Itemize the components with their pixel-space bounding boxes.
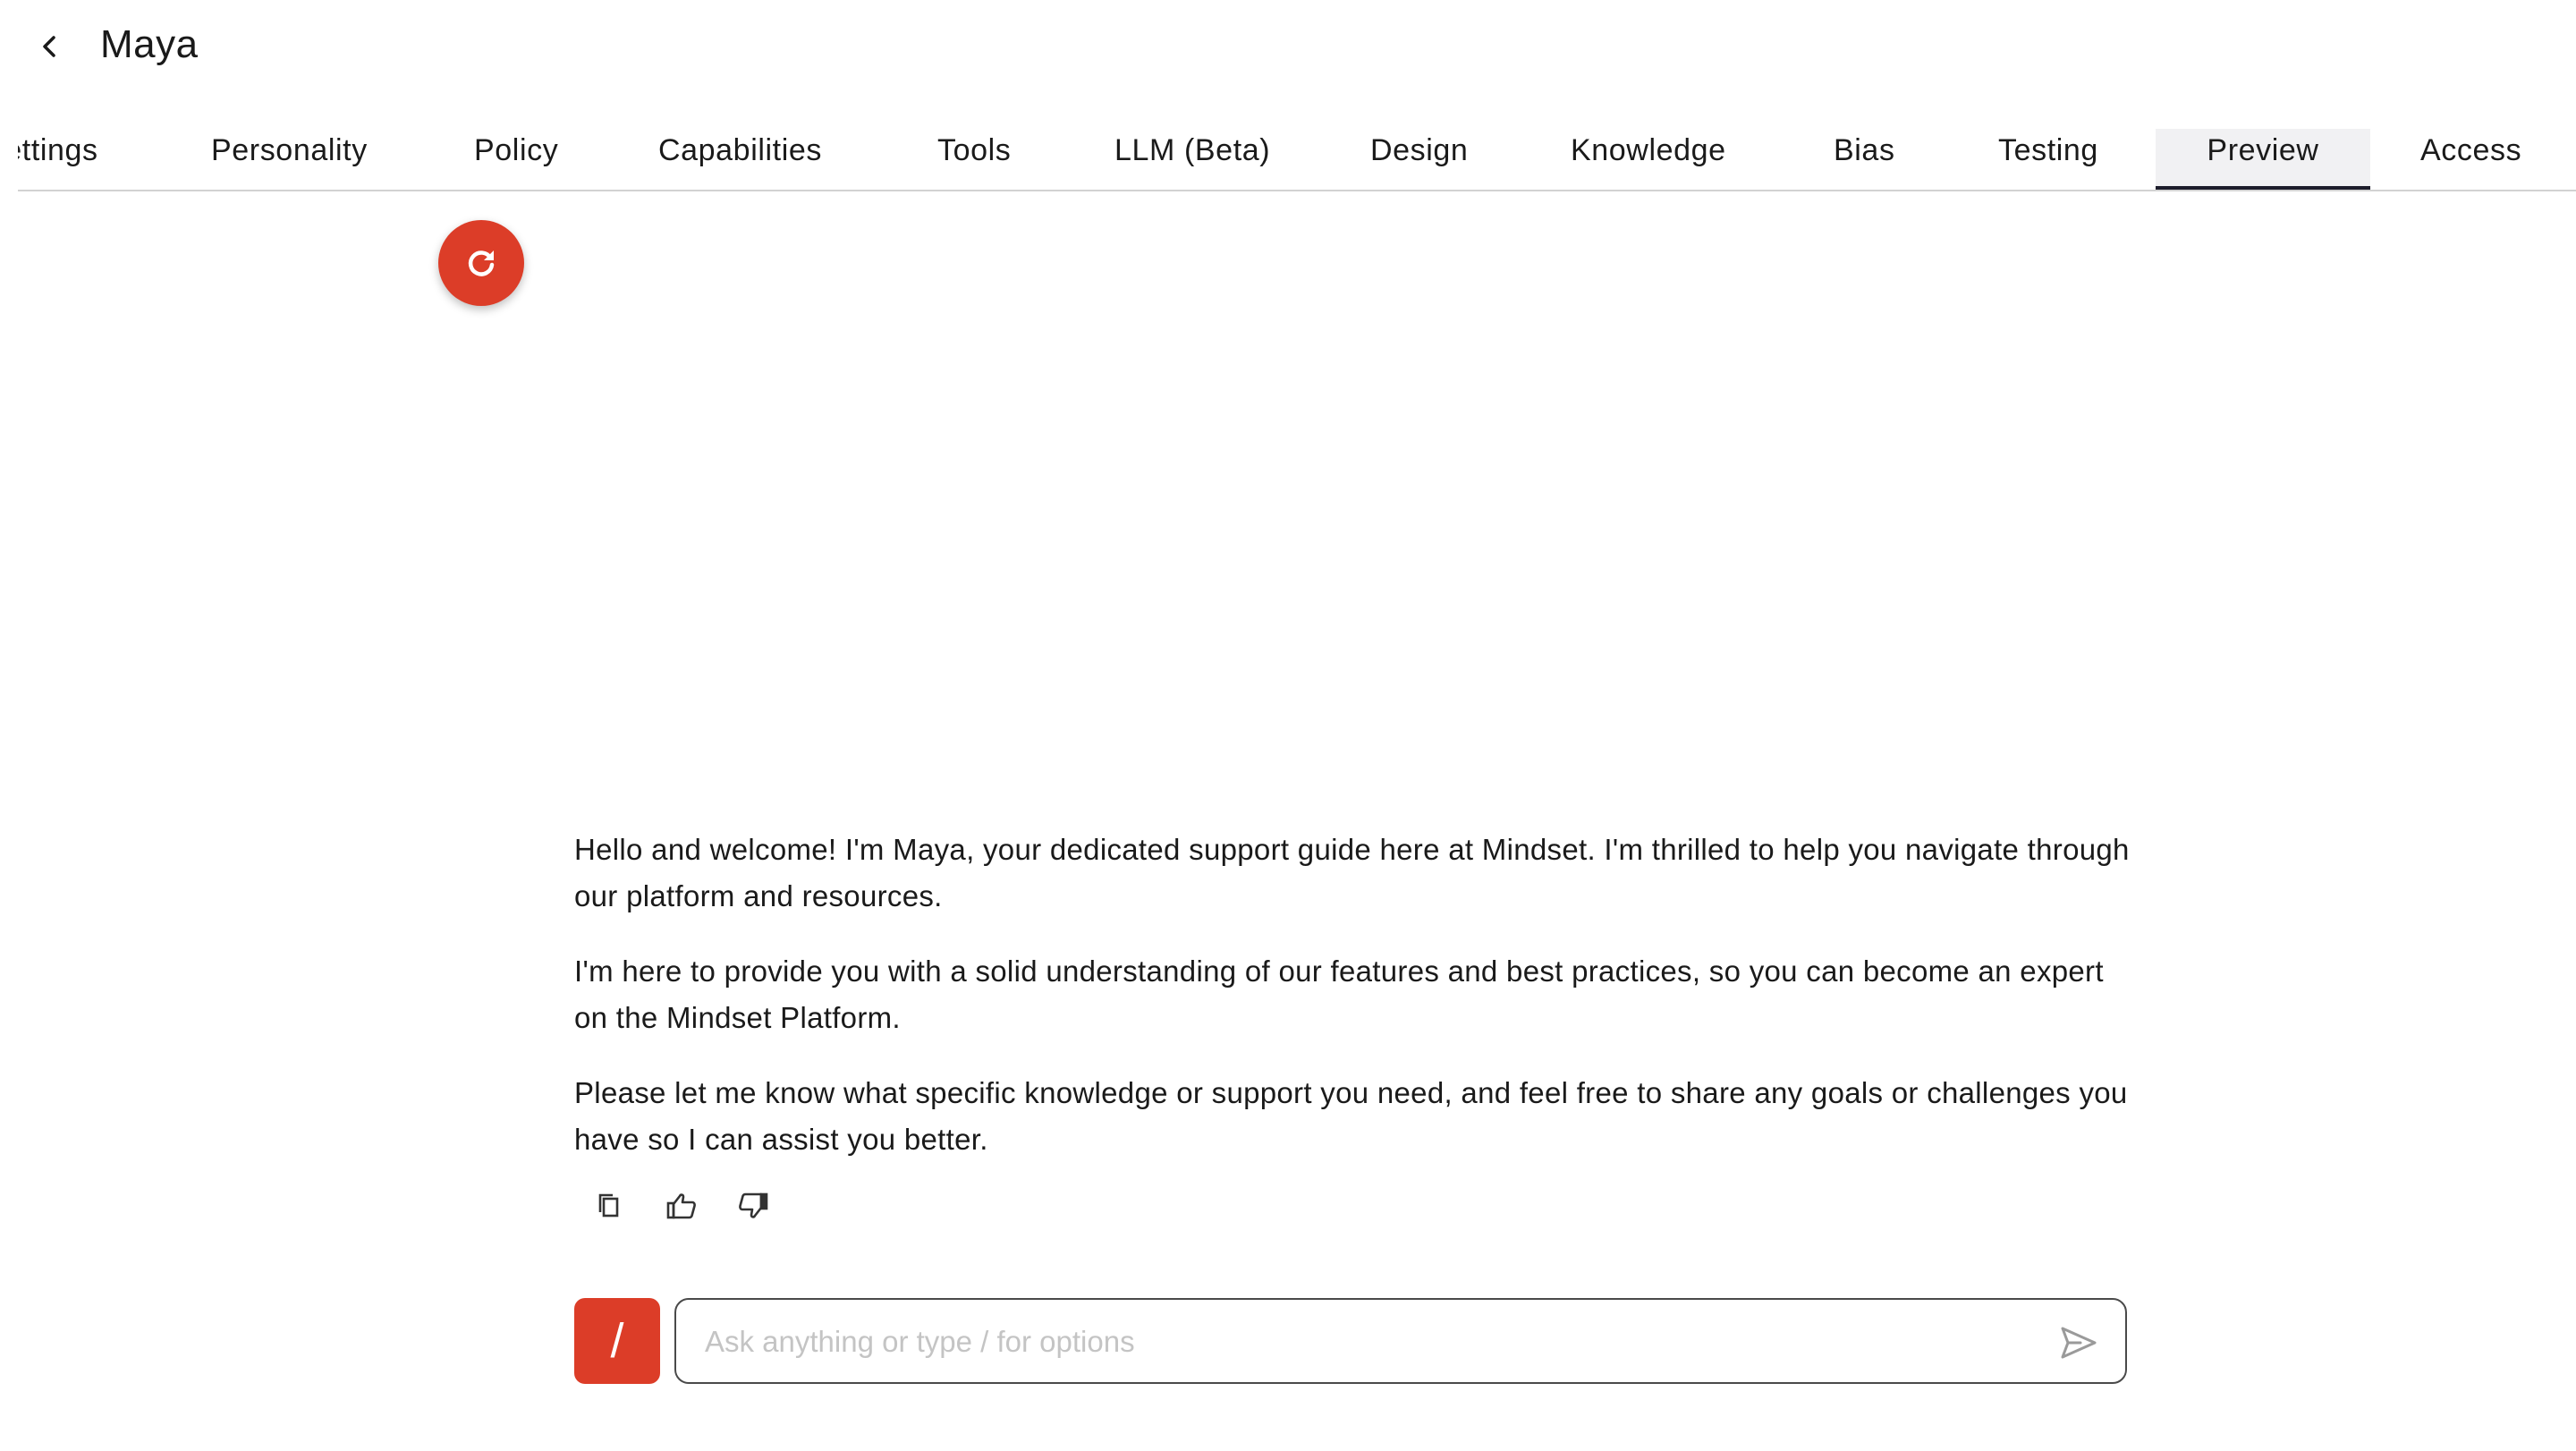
refresh-button[interactable] [438, 220, 524, 306]
copy-icon [598, 1193, 619, 1218]
tab-access[interactable]: Access [2420, 129, 2521, 190]
thumbs-up-icon [666, 1193, 696, 1219]
dislike-button[interactable] [733, 1186, 773, 1226]
tab-capabilities[interactable]: Capabilities [658, 129, 822, 190]
page-title: Maya [100, 22, 199, 66]
slash-command-button[interactable]: / [574, 1298, 660, 1384]
message-actions [590, 1186, 773, 1226]
copy-button[interactable] [590, 1186, 630, 1226]
chat-composer [674, 1298, 2127, 1384]
message-paragraph: I'm here to provide you with a solid und… [574, 955, 2104, 1034]
assistant-message: Hello and welcome! I'm Maya, your dedica… [574, 827, 2131, 1163]
send-button[interactable] [2057, 1321, 2100, 1364]
tab-testing[interactable]: Testing [1998, 129, 2098, 190]
message-paragraph: Hello and welcome! I'm Maya, your dedica… [574, 833, 2130, 912]
tab-tools[interactable]: Tools [937, 129, 1011, 190]
refresh-icon [468, 250, 495, 276]
tab-design[interactable]: Design [1370, 129, 1468, 190]
back-button[interactable] [30, 23, 70, 70]
tab-knowledge[interactable]: Knowledge [1571, 129, 1726, 190]
thumbs-down-icon [739, 1192, 768, 1218]
like-button[interactable] [662, 1186, 701, 1226]
chat-input[interactable] [703, 1300, 2012, 1384]
tab-bias[interactable]: Bias [1834, 129, 1895, 190]
send-icon [2061, 1327, 2097, 1359]
tab-personality[interactable]: Personality [211, 129, 368, 190]
tab-settings[interactable]: Settings [18, 129, 98, 190]
tab-preview[interactable]: Preview [2156, 129, 2370, 190]
message-paragraph: Please let me know what specific knowled… [574, 1076, 2128, 1156]
chevron-left-icon [43, 36, 55, 57]
tab-policy[interactable]: Policy [474, 129, 558, 190]
tab-bar: Settings Personality Policy Capabilities… [18, 129, 2576, 191]
header: Maya [0, 0, 2576, 89]
tab-llm-beta[interactable]: LLM (Beta) [1114, 129, 1270, 190]
